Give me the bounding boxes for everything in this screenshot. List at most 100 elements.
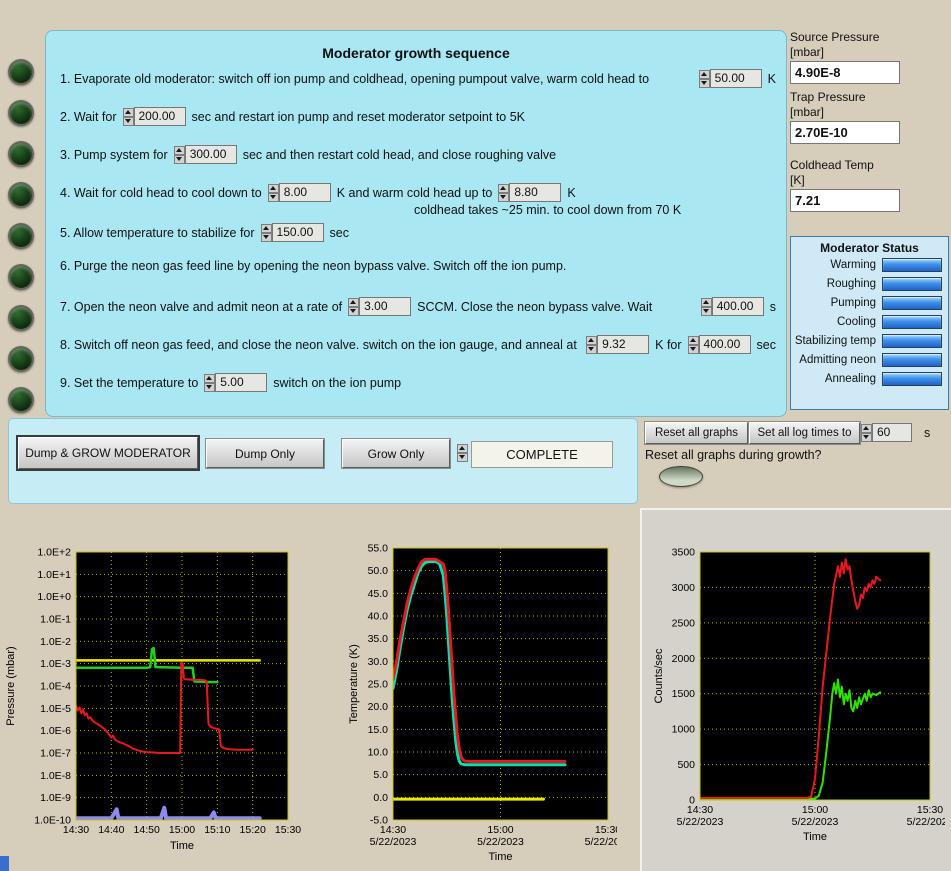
spinner-arrows[interactable]	[861, 423, 872, 442]
reset-during-growth-toggle[interactable]	[659, 466, 703, 487]
spinner-down-icon[interactable]	[687, 344, 699, 354]
step-8-value2[interactable]: 400.00	[698, 335, 751, 354]
set-log-times-button[interactable]: Set all log times to	[749, 422, 860, 444]
step-2-value[interactable]: 200.00	[133, 107, 186, 126]
spinner-arrows[interactable]	[173, 145, 185, 164]
step-4-value[interactable]: 8.00	[278, 183, 331, 202]
counts-chart: 350030002500200015001000500014:305/22/20…	[653, 547, 945, 844]
source-pressure-value: 4.90E-8	[795, 65, 841, 80]
svg-text:5/22/2023: 5/22/2023	[370, 836, 417, 848]
svg-text:500: 500	[677, 759, 695, 771]
log-time-value[interactable]: 60	[872, 423, 912, 442]
step-2-wait-input[interactable]: 200.00	[122, 107, 186, 126]
step-3-value[interactable]: 300.00	[184, 145, 237, 164]
spinner-down-icon[interactable]	[122, 116, 134, 126]
dump-and-grow-button[interactable]: Dump & GROW MODERATOR	[18, 437, 198, 469]
temperature-chart: 55.0 50.0 45.0 40.0 35.0 30.0 25.0 20.0 15.0 10.0…	[348, 543, 617, 864]
spinner-down-icon[interactable]	[348, 306, 360, 316]
spinner-arrows[interactable]	[267, 183, 279, 202]
step-8-anneal-input[interactable]: 9.32	[586, 335, 650, 354]
svg-text:15:20: 15:20	[240, 824, 266, 836]
state-indicator[interactable]: COMPLETE	[471, 441, 613, 468]
svg-text:Time: Time	[170, 840, 194, 852]
spinner-arrows[interactable]	[204, 373, 216, 392]
step-4-value2[interactable]: 8.80	[509, 183, 562, 202]
spinner-down-icon[interactable]	[204, 382, 216, 392]
step-4-warm-input[interactable]: 8.80	[498, 183, 562, 202]
status-row-stabilizing: Stabilizing temp	[791, 331, 948, 350]
svg-text:15:30: 15:30	[917, 804, 943, 816]
spinner-up-icon[interactable]	[498, 183, 510, 193]
step-3-tail: sec and then restart cold head, and clos…	[242, 147, 557, 162]
spinner-arrows[interactable]	[457, 444, 468, 462]
spinner-up-icon[interactable]	[348, 297, 360, 307]
spinner-down-icon[interactable]	[267, 192, 279, 202]
spinner-arrows[interactable]	[260, 223, 272, 242]
step-6: 6. Purge the neon gas feed line by openi…	[60, 259, 776, 273]
svg-text:1.0E-6: 1.0E-6	[40, 725, 71, 737]
spinner-down-icon[interactable]	[457, 453, 468, 462]
spinner-up-icon[interactable]	[586, 335, 598, 345]
spinner-up-icon[interactable]	[687, 335, 699, 345]
step-5-stabilize-input[interactable]: 150.00	[260, 223, 324, 242]
spinner-up-icon[interactable]	[173, 145, 185, 155]
step-9-value[interactable]: 5.00	[215, 373, 268, 392]
log-time-spinner[interactable]: 60	[861, 423, 912, 442]
spinner-down-icon[interactable]	[586, 344, 598, 354]
step-1-value[interactable]: 50.00	[709, 69, 762, 88]
step-7-rate-input[interactable]: 3.00	[348, 297, 412, 316]
spinner-arrows[interactable]	[687, 335, 699, 354]
led-indicator	[8, 141, 34, 167]
spinner-arrows[interactable]	[122, 107, 134, 126]
spinner-up-icon[interactable]	[267, 183, 279, 193]
step-8-value[interactable]: 9.32	[597, 335, 650, 354]
led-indicator	[8, 100, 34, 126]
svg-text:1.0E+1: 1.0E+1	[37, 569, 71, 581]
step-4-cool-input[interactable]: 8.00	[267, 183, 331, 202]
spinner-down-icon[interactable]	[173, 154, 185, 164]
spinner-down-icon[interactable]	[698, 78, 710, 88]
step-5-value[interactable]: 150.00	[271, 223, 324, 242]
spinner-down-icon[interactable]	[700, 306, 712, 316]
svg-text:2000: 2000	[672, 653, 696, 665]
scrollbar-fragment[interactable]	[0, 856, 9, 871]
spinner-arrows[interactable]	[698, 69, 710, 88]
status-row-admitting-neon: Admitting neon	[791, 350, 948, 369]
spinner-up-icon[interactable]	[700, 297, 712, 307]
spinner-arrows[interactable]	[498, 183, 510, 202]
status-row-roughing: Roughing	[791, 274, 948, 293]
step-7-unit: s	[769, 299, 776, 314]
step-1-text: 1. Evaporate old moderator: switch off i…	[60, 71, 650, 86]
svg-text:25.0: 25.0	[368, 679, 389, 691]
spinner-up-icon[interactable]	[260, 223, 272, 233]
spinner-down-icon[interactable]	[861, 432, 872, 442]
svg-text:15:00: 15:00	[487, 824, 513, 836]
spinner-up-icon[interactable]	[861, 423, 872, 433]
spinner-down-icon[interactable]	[260, 232, 272, 242]
spinner-up-icon[interactable]	[698, 69, 710, 79]
dump-only-button[interactable]: Dump Only	[206, 439, 324, 468]
step-7-value[interactable]: 3.00	[359, 297, 412, 316]
spinner-up-icon[interactable]	[122, 107, 134, 117]
state-ring-spinner[interactable]	[457, 444, 468, 462]
status-row-cooling: Cooling	[791, 312, 948, 331]
reset-during-growth-label: Reset all graphs during growth?	[645, 448, 822, 462]
reset-all-graphs-button[interactable]: Reset all graphs	[645, 422, 748, 444]
svg-text:5/22/2023: 5/22/2023	[792, 816, 839, 828]
grow-only-button[interactable]: Grow Only	[342, 439, 450, 468]
step-8-time-input[interactable]: 400.00	[687, 335, 751, 354]
spinner-arrows[interactable]	[348, 297, 360, 316]
step-1-temp-input[interactable]: 50.00	[698, 69, 762, 88]
spinner-arrows[interactable]	[700, 297, 712, 316]
spinner-down-icon[interactable]	[498, 192, 510, 202]
spinner-arrows[interactable]	[586, 335, 598, 354]
step-9-setpoint-input[interactable]: 5.00	[204, 373, 268, 392]
step-3-pump-input[interactable]: 300.00	[173, 145, 237, 164]
spinner-up-icon[interactable]	[204, 373, 216, 383]
spinner-up-icon[interactable]	[457, 444, 468, 453]
source-pressure-indicator: 4.90E-8	[790, 61, 900, 84]
step-7-value2[interactable]: 400.00	[711, 297, 764, 316]
step-7-wait-input[interactable]: 400.00	[700, 297, 764, 316]
log-time-unit-label: s	[924, 426, 931, 440]
svg-text:1.0E-5: 1.0E-5	[40, 703, 71, 715]
